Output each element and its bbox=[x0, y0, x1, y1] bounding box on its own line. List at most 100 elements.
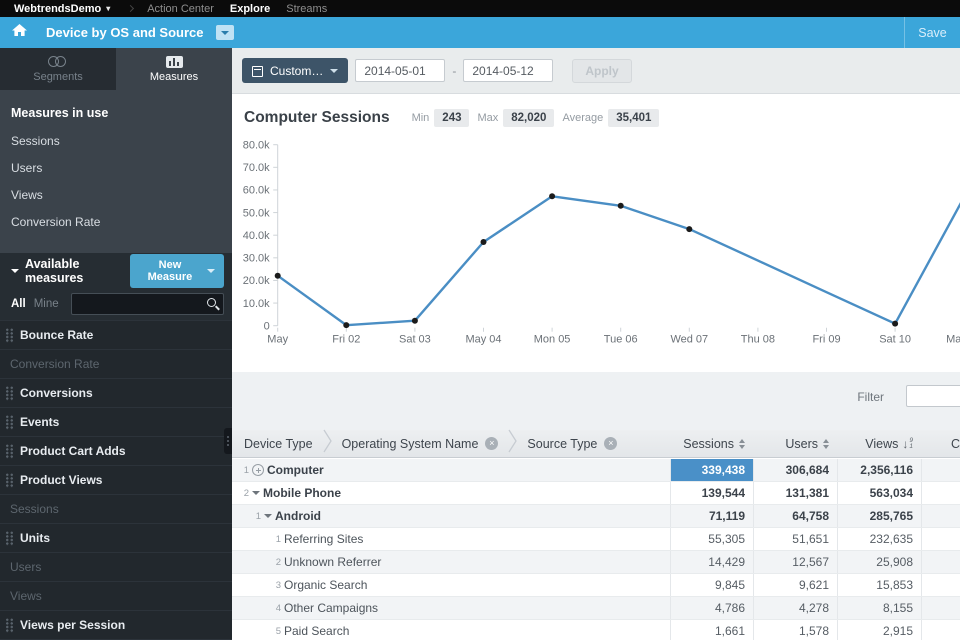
drag-handle-icon[interactable] bbox=[5, 617, 14, 633]
expand-plus-icon[interactable] bbox=[252, 464, 264, 476]
value-cell[interactable]: 71,119 bbox=[670, 505, 753, 527]
measures-icon bbox=[165, 55, 183, 68]
nav-item-action-center[interactable]: Action Center bbox=[147, 3, 214, 15]
table-row-paid-search[interactable]: 5 Paid Search 1,661 1,578 2,915 bbox=[232, 620, 960, 640]
collapse-caret-icon[interactable] bbox=[11, 268, 19, 277]
value-cell[interactable]: 4,278 bbox=[753, 597, 837, 619]
value-cell[interactable]: 2,356,116 bbox=[837, 459, 921, 481]
in-use-measure-conversion-rate[interactable]: Conversion Rate bbox=[11, 209, 232, 236]
sidebar-resize-handle[interactable] bbox=[224, 428, 232, 454]
start-date-input[interactable] bbox=[355, 59, 446, 82]
value-cell[interactable]: 563,034 bbox=[837, 482, 921, 504]
table-row-android[interactable]: 1 Android 71,119 64,758 285,765 bbox=[232, 505, 960, 528]
value-cell[interactable] bbox=[921, 620, 960, 640]
table-row-referring-sites[interactable]: 1 Referring Sites 55,305 51,651 232,635 bbox=[232, 528, 960, 551]
value-cell[interactable]: 139,544 bbox=[670, 482, 753, 504]
value-cell[interactable] bbox=[921, 528, 960, 550]
drag-handle-icon[interactable] bbox=[5, 472, 14, 488]
in-use-measure-users[interactable]: Users bbox=[11, 155, 232, 182]
in-use-measure-sessions[interactable]: Sessions bbox=[11, 128, 232, 155]
filter-input[interactable] bbox=[906, 385, 960, 407]
filter-strip: Filter bbox=[232, 372, 960, 430]
value-cell[interactable]: 232,635 bbox=[837, 528, 921, 550]
value-cell[interactable]: 9,845 bbox=[670, 574, 753, 596]
filter-mine-toggle[interactable]: Mine bbox=[34, 298, 59, 310]
nav-item-streams[interactable]: Streams bbox=[286, 3, 327, 15]
drag-handle-icon[interactable] bbox=[5, 327, 14, 343]
search-icon bbox=[207, 298, 216, 307]
measure-item-events[interactable]: Events bbox=[0, 408, 232, 437]
collapse-caret-icon[interactable] bbox=[252, 491, 260, 499]
breadcrumb-chevron-icon bbox=[323, 429, 332, 458]
measure-item-product-cart-adds[interactable]: Product Cart Adds bbox=[0, 437, 232, 466]
save-button[interactable]: Save bbox=[904, 17, 960, 48]
value-cell[interactable] bbox=[921, 505, 960, 527]
row-name-cell: 2 Unknown Referrer bbox=[232, 551, 670, 573]
measure-item-units[interactable]: Units bbox=[0, 524, 232, 553]
table-row-unknown-referrer[interactable]: 2 Unknown Referrer 14,429 12,567 25,908 bbox=[232, 551, 960, 574]
value-cell[interactable]: 2,915 bbox=[837, 620, 921, 640]
value-cell[interactable]: 1,578 bbox=[753, 620, 837, 640]
table-row-mobile-phone[interactable]: 2 Mobile Phone 139,544 131,381 563,034 bbox=[232, 482, 960, 505]
measure-item-conversions[interactable]: Conversions bbox=[0, 379, 232, 408]
filter-all-toggle[interactable]: All bbox=[11, 298, 26, 310]
value-cell[interactable] bbox=[921, 459, 960, 481]
metric-title: Computer Sessions bbox=[244, 109, 390, 126]
value-cell[interactable]: 55,305 bbox=[670, 528, 753, 550]
drag-handle-icon[interactable] bbox=[5, 414, 14, 430]
new-measure-button[interactable]: New Measure bbox=[129, 253, 224, 288]
tab-measures[interactable]: Measures bbox=[116, 48, 232, 90]
in-use-measure-views[interactable]: Views bbox=[11, 182, 232, 209]
measure-header-c[interactable]: C bbox=[921, 430, 960, 457]
value-cell[interactable] bbox=[921, 597, 960, 619]
remove-dimension-icon[interactable]: × bbox=[485, 437, 499, 450]
measure-header-views[interactable]: Views ↓ 9 1 bbox=[837, 430, 921, 457]
value-cell[interactable]: 1,661 bbox=[670, 620, 753, 640]
date-range-button[interactable]: Custom… bbox=[242, 58, 349, 83]
value-cell[interactable] bbox=[921, 551, 960, 573]
value-cell[interactable]: 15,853 bbox=[837, 574, 921, 596]
end-date-input[interactable] bbox=[463, 59, 554, 82]
measure-item-views-per-session[interactable]: Views per Session bbox=[0, 611, 232, 640]
value-cell[interactable] bbox=[921, 574, 960, 596]
measure-header-sessions[interactable]: Sessions bbox=[670, 430, 753, 457]
measure-item-product-views[interactable]: Product Views bbox=[0, 466, 232, 495]
value-cell[interactable]: 4,786 bbox=[670, 597, 753, 619]
value-cell[interactable]: 8,155 bbox=[837, 597, 921, 619]
measure-item-users: Users bbox=[0, 553, 232, 582]
home-button[interactable] bbox=[0, 23, 38, 42]
value-cell[interactable]: 64,758 bbox=[753, 505, 837, 527]
value-cell[interactable]: 25,908 bbox=[837, 551, 921, 573]
tab-segments[interactable]: Segments bbox=[0, 48, 116, 90]
measure-item-bounce-rate[interactable]: Bounce Rate bbox=[0, 321, 232, 350]
table-row-computer[interactable]: 1 Computer 339,438 306,684 2,356,116 bbox=[232, 459, 960, 482]
value-cell[interactable]: 9,621 bbox=[753, 574, 837, 596]
value-cell[interactable]: 12,567 bbox=[753, 551, 837, 573]
collapse-caret-icon[interactable] bbox=[264, 514, 272, 522]
value-cell[interactable]: 131,381 bbox=[753, 482, 837, 504]
min-label: Min bbox=[411, 112, 430, 124]
value-cell[interactable]: 306,684 bbox=[753, 459, 837, 481]
nav-item-explore[interactable]: Explore bbox=[230, 3, 270, 15]
value-cell[interactable]: 14,429 bbox=[670, 551, 753, 573]
account-menu[interactable]: WebtrendsDemo ▾ bbox=[14, 3, 110, 15]
table-row-other-campaigns[interactable]: 4 Other Campaigns 4,786 4,278 8,155 bbox=[232, 597, 960, 620]
value-cell[interactable]: 339,438 bbox=[670, 459, 753, 481]
drag-handle-icon[interactable] bbox=[5, 530, 14, 546]
value-cell[interactable]: 285,765 bbox=[837, 505, 921, 527]
measure-search-input[interactable] bbox=[71, 294, 223, 314]
dimension-column-device-type[interactable]: Device Type bbox=[244, 437, 313, 451]
drag-handle-icon[interactable] bbox=[5, 385, 14, 401]
apply-button[interactable]: Apply bbox=[572, 58, 632, 83]
avg-label: Average bbox=[562, 112, 604, 124]
header-label: Sessions bbox=[683, 436, 734, 451]
table-row-organic-search[interactable]: 3 Organic Search 9,845 9,621 15,853 bbox=[232, 574, 960, 597]
dimension-column-source-type[interactable]: Source Type × bbox=[527, 437, 618, 451]
title-dropdown-button[interactable] bbox=[215, 25, 234, 40]
measure-header-users[interactable]: Users bbox=[753, 430, 837, 457]
value-cell[interactable]: 51,651 bbox=[753, 528, 837, 550]
value-cell[interactable] bbox=[921, 482, 960, 504]
dimension-column-operating-system-name[interactable]: Operating System Name × bbox=[342, 437, 499, 451]
remove-dimension-icon[interactable]: × bbox=[604, 437, 618, 450]
drag-handle-icon[interactable] bbox=[5, 443, 14, 459]
